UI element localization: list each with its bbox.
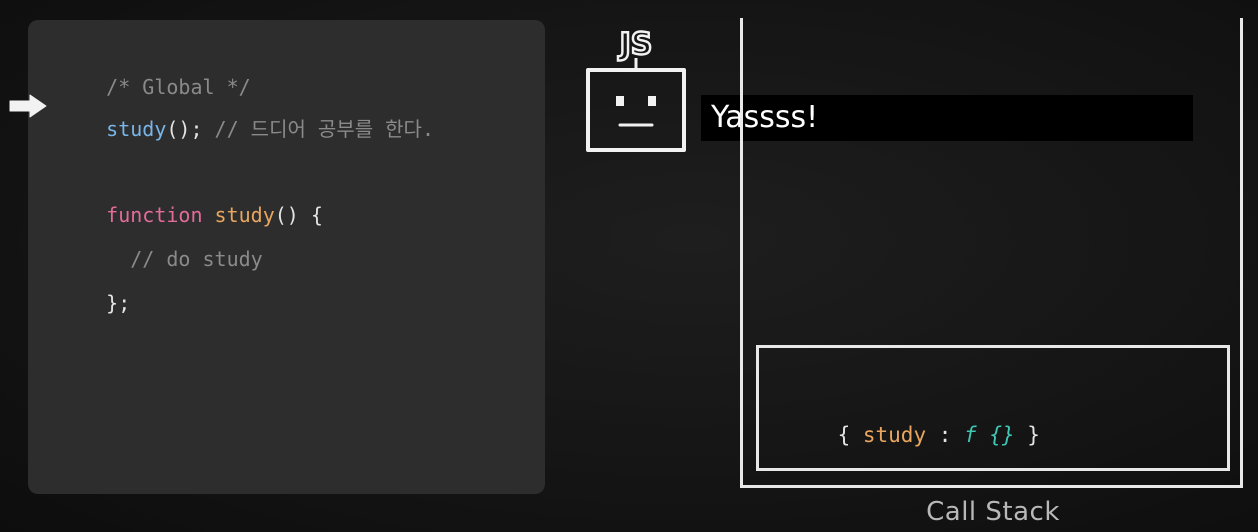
code-editor-panel: /* Global */ study(); // 드디어 공부를 한다. fun… — [28, 20, 545, 494]
frame-content: { study : f {} } — [787, 396, 1040, 474]
frame-close-brace: } — [1014, 423, 1040, 447]
frame-separator: : — [926, 423, 965, 447]
frame-key: study — [862, 423, 927, 447]
code-line-5: }; — [58, 264, 130, 342]
code-line-2: study(); // 드디어 공부를 한다. — [58, 90, 434, 168]
closing-brace: }; — [106, 291, 131, 315]
frame-value: f {} — [964, 423, 1015, 447]
study-comment: // 드디어 공부를 한다. — [202, 117, 435, 141]
function-signature: () { — [274, 203, 323, 227]
arrow-right-icon — [9, 94, 47, 118]
frame-open-brace: { — [837, 423, 863, 447]
robot-icon: JS — [586, 26, 686, 152]
study-call: study — [106, 117, 167, 141]
stack-frame-global: { study : f {} } — [756, 345, 1230, 471]
call-stack-caption: Call Stack — [926, 497, 1060, 527]
js-label: JS — [618, 27, 653, 62]
call-parens: (); — [166, 117, 203, 141]
